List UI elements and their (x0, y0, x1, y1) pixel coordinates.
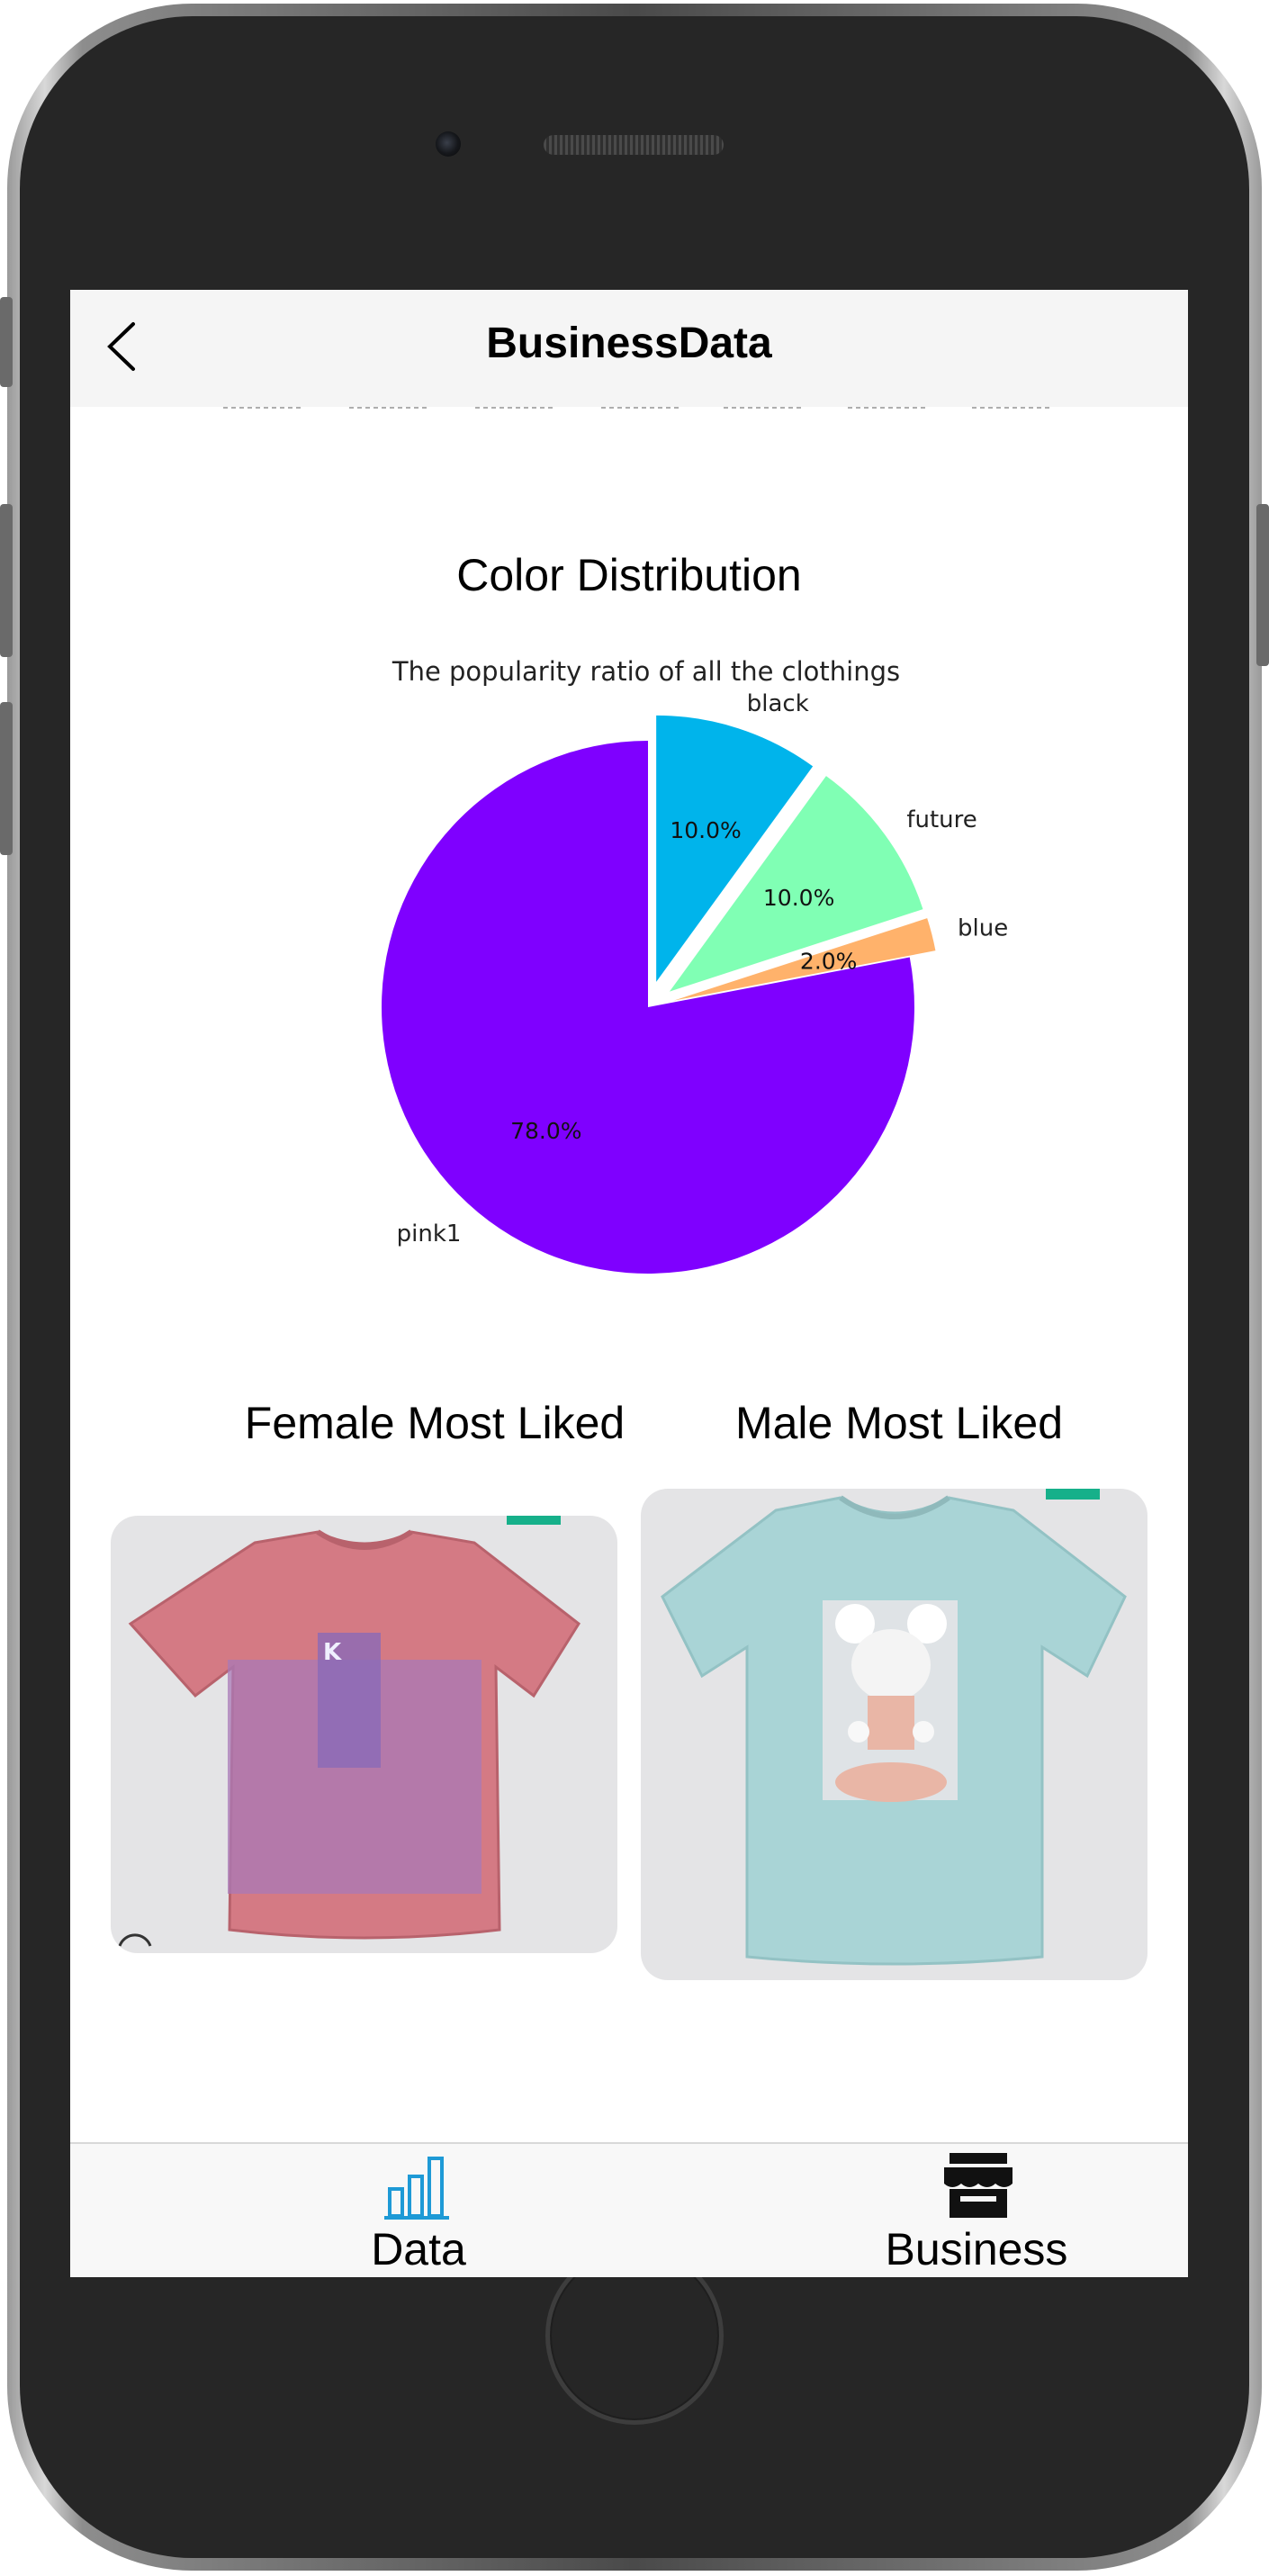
pie-percent-label-blue: 2.0% (800, 948, 858, 974)
ribbon-badge (507, 1516, 561, 1525)
tab-data[interactable]: Data (284, 2144, 554, 2277)
tab-business-label: Business (885, 2224, 1068, 2274)
male-most-liked-title: Male Most Liked (734, 1398, 1064, 1448)
pie-percent-label-future: 10.0% (763, 885, 834, 911)
volume-up-button (0, 504, 13, 657)
pink-tshirt-image: K (118, 1529, 580, 1947)
earpiece-speaker (544, 135, 724, 155)
pie-category-label-blue: blue (958, 915, 1008, 942)
pie-percent-label-black: 10.0% (670, 817, 741, 843)
light-blue-tshirt-image (661, 1495, 1127, 1966)
mute-switch (0, 297, 13, 387)
tab-data-label: Data (371, 2224, 466, 2274)
chart-title: The popularity ratio of all the clothing… (392, 656, 900, 687)
ribbon-badge (1046, 1489, 1100, 1500)
front-camera (436, 131, 461, 157)
app-screen: BusinessData Color Distribution The popu… (70, 290, 1188, 2277)
power-button (1256, 504, 1269, 666)
bar-chart-icon (384, 2157, 449, 2220)
store-icon (944, 2153, 1012, 2218)
color-distribution-pie-chart: The popularity ratio of all the clothing… (382, 656, 1008, 1274)
pie-category-label-black: black (747, 690, 809, 717)
volume-down-button (0, 702, 13, 855)
svg-text:K: K (323, 1639, 342, 1666)
pie-percent-label-pink1: 78.0% (510, 1118, 581, 1144)
pie-category-label-future: future (906, 806, 976, 833)
male-most-liked-product-card[interactable] (641, 1489, 1148, 1980)
bottom-tab-bar: Data Business (70, 2142, 1188, 2277)
pie-category-label-pink1: pink1 (397, 1220, 462, 1247)
tab-business[interactable]: Business (842, 2144, 1112, 2277)
female-most-liked-product-card[interactable]: K (111, 1516, 617, 1953)
